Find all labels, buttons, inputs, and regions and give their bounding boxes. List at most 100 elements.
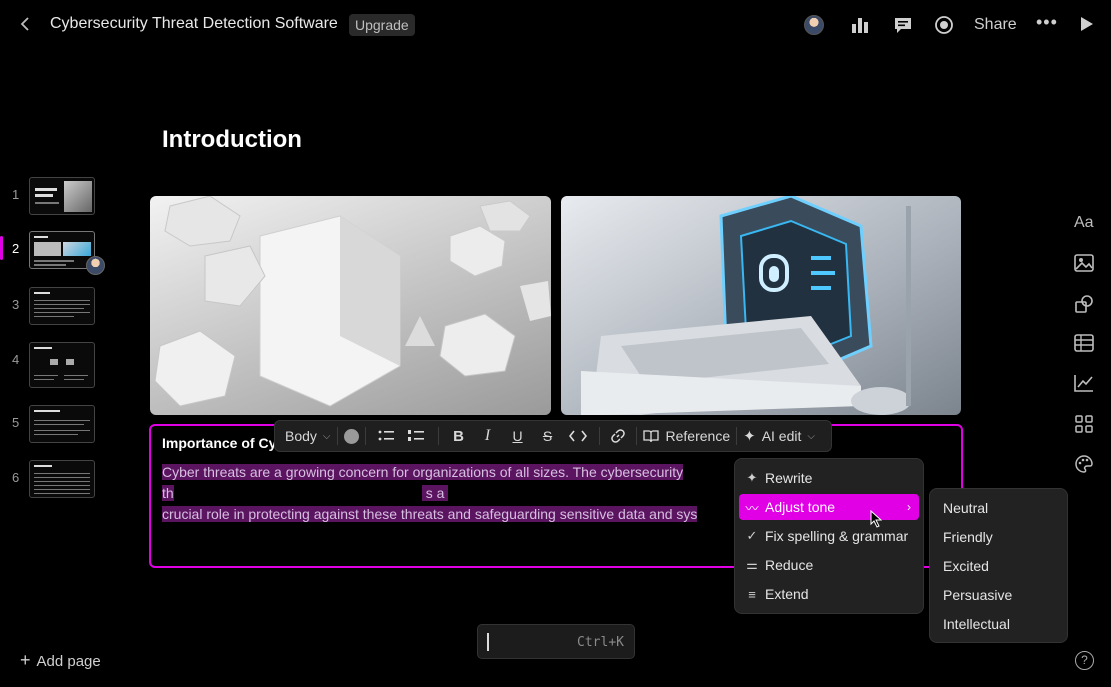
command-shortcut: Ctrl+K	[577, 635, 624, 650]
record-icon[interactable]	[934, 15, 954, 35]
slide-thumbnail-6[interactable]: 6	[0, 460, 140, 500]
divider	[364, 427, 366, 445]
book-icon	[642, 430, 659, 443]
divider	[736, 427, 738, 445]
selected-text-line-2: crucial role in protecting against these…	[162, 506, 698, 522]
help-icon[interactable]: ?	[1075, 651, 1094, 670]
ai-edit-menu: ✦ Rewrite 〰 Adjust tone › ✓ Fix spelling & …	[734, 458, 924, 614]
chart-icon[interactable]	[1074, 374, 1096, 396]
add-page-button[interactable]: + Add page	[20, 650, 101, 671]
underline-button[interactable]: U	[503, 420, 533, 452]
back-arrow-icon[interactable]	[16, 14, 36, 34]
image-icon[interactable]	[1074, 254, 1096, 276]
bullet-list-button[interactable]	[372, 420, 400, 452]
top-bar: Cybersecurity Threat Detection Software …	[0, 0, 1111, 50]
slide-thumbnail-5[interactable]: 5	[0, 405, 140, 445]
shapes-icon[interactable]	[1074, 294, 1096, 316]
selected-text-tail: s a	[421, 485, 449, 501]
share-button[interactable]: Share	[974, 16, 1017, 34]
divider	[598, 427, 600, 445]
text-block-subheading[interactable]: Importance of Cy	[162, 435, 276, 451]
tone-option-excited[interactable]: Excited	[943, 558, 989, 574]
link-icon	[610, 429, 625, 443]
plus-icon: +	[20, 650, 31, 670]
reference-button[interactable]: Reference	[642, 420, 730, 452]
wave-icon: 〰	[745, 500, 759, 516]
apps-grid-icon[interactable]	[1074, 414, 1096, 436]
text-style-dropdown[interactable]: Body ⌵	[285, 420, 331, 452]
text-style-label: Body	[285, 428, 317, 444]
numbered-list-icon	[407, 430, 424, 441]
menu-item-label: Extend	[765, 586, 809, 602]
italic-button[interactable]: I	[473, 420, 503, 452]
table-icon[interactable]	[1074, 334, 1096, 356]
menu-item-rewrite[interactable]: ✦ Rewrite	[739, 465, 919, 491]
laptop-security-lock-image[interactable]	[561, 196, 961, 415]
slide-number: 2	[12, 241, 20, 256]
chevron-down-icon: ⌵	[322, 430, 331, 442]
tone-option-friendly[interactable]: Friendly	[943, 529, 993, 545]
slide-preview	[29, 177, 95, 215]
strikethrough-button[interactable]: S	[533, 420, 563, 452]
text-style-icon[interactable]: Aa	[1074, 214, 1096, 236]
check-icon: ✓	[746, 528, 758, 543]
slide-preview	[29, 460, 95, 498]
bold-button[interactable]: B	[445, 420, 473, 452]
text-caret	[487, 633, 489, 651]
tone-option-persuasive[interactable]: Persuasive	[943, 587, 1012, 603]
abstract-hexagon-image[interactable]	[150, 196, 551, 415]
slide-thumbnail-2[interactable]: 2	[0, 231, 140, 271]
add-page-label: Add page	[36, 653, 101, 670]
bullet-list-icon	[378, 430, 394, 441]
menu-item-label: Fix spelling & grammar	[765, 528, 909, 544]
code-button[interactable]	[563, 420, 593, 452]
menu-item-reduce[interactable]: ⚌ Reduce	[739, 552, 919, 578]
slide-number: 1	[12, 187, 20, 202]
ai-edit-label: AI edit	[761, 428, 802, 444]
more-options-icon[interactable]: •••	[1036, 12, 1058, 33]
italic-icon: I	[484, 427, 491, 444]
document-title[interactable]: Cybersecurity Threat Detection Software	[50, 15, 338, 33]
chevron-down-icon: ⌵	[807, 430, 815, 442]
underline-icon: U	[512, 428, 523, 444]
bold-icon: B	[453, 427, 464, 445]
tone-option-intellectual[interactable]: Intellectual	[943, 616, 1010, 632]
palette-icon[interactable]	[1074, 454, 1096, 476]
reduce-icon: ⚌	[746, 557, 758, 572]
extend-icon: ≡	[748, 586, 756, 602]
menu-item-extend[interactable]: ≡ Extend	[739, 581, 919, 607]
text-color-button[interactable]	[343, 420, 359, 452]
collaborator-avatar	[86, 256, 105, 275]
sparkle-icon: ✦	[743, 428, 756, 445]
slide-preview	[29, 287, 95, 325]
sparkle-icon: ✦	[746, 470, 758, 485]
color-swatch-icon	[343, 428, 359, 444]
format-toolbar: Body ⌵ B I U S Reference ✦ AI edit ⌵	[274, 420, 832, 452]
slide-heading[interactable]: Introduction	[162, 126, 302, 154]
user-avatar[interactable]	[804, 15, 824, 35]
slide-thumbnail-3[interactable]: 3	[0, 287, 140, 327]
tone-submenu: Neutral Friendly Excited Persuasive Inte…	[929, 488, 1068, 643]
ai-edit-button[interactable]: ✦ AI edit ⌵	[743, 420, 815, 452]
chevron-right-icon: ›	[907, 500, 911, 514]
link-button[interactable]	[606, 420, 630, 452]
divider	[635, 427, 637, 445]
slide-preview	[29, 342, 95, 388]
menu-item-label: Adjust tone	[765, 499, 836, 515]
slide-number: 6	[12, 470, 20, 485]
menu-item-label: Reduce	[765, 557, 814, 573]
menu-item-adjust-tone[interactable]: 〰 Adjust tone ›	[739, 494, 919, 520]
mouse-pointer-icon	[870, 509, 883, 533]
command-input[interactable]: Ctrl+K	[477, 624, 635, 659]
menu-item-fix-spelling[interactable]: ✓ Fix spelling & grammar	[739, 523, 919, 549]
analytics-icon[interactable]	[850, 15, 870, 35]
upgrade-badge[interactable]: Upgrade	[349, 14, 415, 36]
play-icon[interactable]	[1078, 16, 1094, 37]
slide-thumbnail-4[interactable]: 4	[0, 342, 140, 388]
slide-thumbnail-1[interactable]: 1	[0, 177, 140, 217]
numbered-list-button[interactable]	[400, 420, 432, 452]
comment-icon[interactable]	[893, 15, 913, 35]
slide-number: 4	[12, 352, 20, 367]
tone-option-neutral[interactable]: Neutral	[943, 500, 988, 516]
strikethrough-icon: S	[542, 428, 553, 444]
